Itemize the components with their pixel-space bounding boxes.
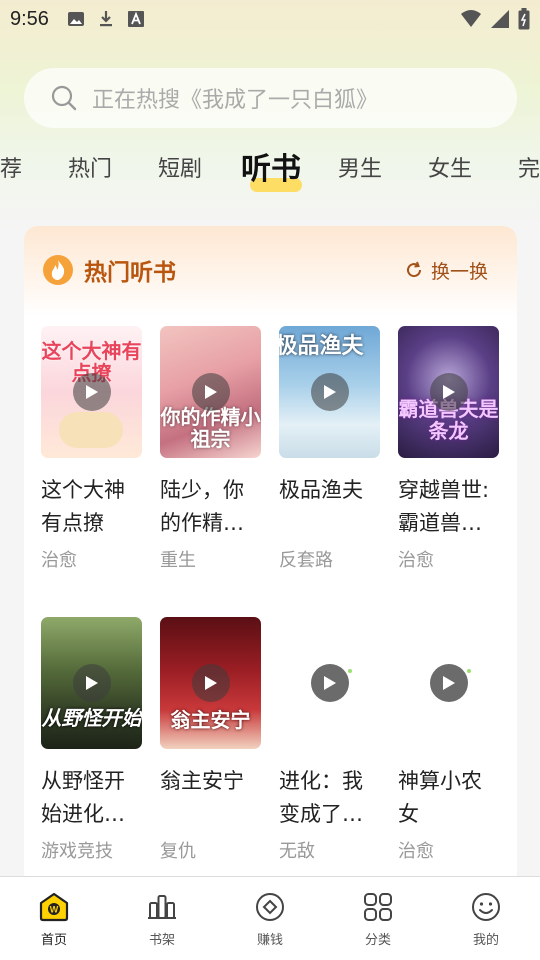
book-tag: 治愈: [398, 550, 434, 571]
book-title: 极品渔夫: [279, 478, 363, 502]
nav-label: 赚钱: [256, 933, 283, 948]
play-icon: [72, 373, 111, 411]
nav-label: 我的: [472, 933, 499, 948]
tab-recommend[interactable]: 荐: [0, 148, 22, 192]
hot-audiobook-card: 热门听书 换一换 这个大神有点撩 这个大神有点撩 治愈 你的作精小祖宗 陆少，你…: [24, 226, 517, 886]
play-icon: [310, 664, 349, 702]
book-title: 陆少，你的作精小祖宗: [160, 478, 244, 535]
book-item[interactable]: 神算小农女 治愈: [398, 617, 500, 863]
card-header: 热门听书 换一换: [42, 250, 502, 290]
tab-complete[interactable]: 完: [518, 148, 540, 192]
tab-female[interactable]: 女生: [428, 148, 472, 192]
book-cover: [398, 617, 499, 749]
fire-icon: [43, 255, 73, 285]
refresh-label: 换一换: [430, 260, 488, 283]
search-icon: [51, 85, 77, 111]
book-tag: 治愈: [41, 550, 77, 571]
play-icon: [429, 664, 468, 702]
book-item[interactable]: 霸道兽夫是条龙 穿越兽世:霸道兽夫是条龙 治愈: [398, 326, 500, 572]
home-icon: W: [39, 892, 69, 922]
book-cover: 你的作精小祖宗: [160, 326, 261, 458]
signal-icon: [491, 10, 509, 28]
download-icon: [99, 11, 112, 27]
nav-earn[interactable]: 赚钱: [216, 877, 324, 960]
nav-label: 分类: [364, 933, 391, 948]
nav-label: 书架: [148, 933, 175, 948]
book-item[interactable]: 进化：我变成了一只白狐 无敌: [279, 617, 381, 863]
svg-text:W: W: [50, 905, 59, 915]
gallery-icon: [67, 12, 84, 26]
book-tag: 复仇: [160, 841, 196, 862]
book-item[interactable]: 这个大神有点撩 这个大神有点撩 治愈: [41, 326, 143, 572]
wifi-icon: [461, 10, 481, 27]
play-icon: [310, 373, 349, 411]
refresh-icon: [407, 261, 421, 278]
category-icon: [364, 893, 392, 921]
tab-short-drama[interactable]: 短剧: [158, 148, 202, 192]
play-icon: [191, 664, 230, 702]
book-tag: 游戏竞技: [41, 841, 113, 862]
book-title: 穿越兽世:霸道兽夫是条龙: [398, 478, 490, 535]
search-bar[interactable]: 正在热搜《我成了一只白狐》: [24, 68, 517, 128]
book-title: 翁主安宁: [160, 769, 244, 793]
play-icon: [191, 373, 230, 411]
nav-category[interactable]: 分类: [324, 877, 432, 960]
book-item[interactable]: 从野怪开始 从野怪开始进化升级 游戏竞技: [41, 617, 143, 863]
book-tag: 无敌: [279, 841, 315, 862]
book-tag: 治愈: [398, 841, 434, 862]
tab-audiobook[interactable]: 听书: [241, 148, 301, 192]
refresh-button[interactable]: 换一换: [405, 257, 488, 284]
book-title: 神算小农女: [398, 769, 482, 826]
book-item[interactable]: 你的作精小祖宗 陆少，你的作精小祖宗 重生: [160, 326, 262, 572]
book-item[interactable]: 翁主安宁 翁主安宁 复仇: [160, 617, 262, 863]
profile-icon: [472, 893, 500, 921]
book-title: 进化：我变成了一只白狐: [279, 769, 363, 826]
battery-icon: [518, 8, 530, 30]
status-bar: 9:56: [0, 0, 540, 38]
search-placeholder: 正在热搜《我成了一只白狐》: [92, 88, 379, 113]
nav-label: 首页: [40, 933, 67, 948]
book-cover: 霸道兽夫是条龙: [398, 326, 499, 458]
book-item[interactable]: 极品渔夫 极品渔夫 反套路: [279, 326, 381, 572]
nav-home[interactable]: W 首页: [0, 877, 108, 960]
book-tag: 反套路: [279, 550, 333, 571]
book-cover: [279, 617, 380, 749]
book-cover: 极品渔夫: [279, 326, 380, 458]
card-title: 热门听书: [84, 260, 176, 286]
book-tag: 重生: [160, 550, 196, 571]
nav-profile[interactable]: 我的: [432, 877, 540, 960]
book-cover: 翁主安宁: [160, 617, 261, 749]
bottom-nav: W 首页 书架 赚钱 分类 我的: [0, 876, 540, 960]
book-title: 这个大神有点撩: [41, 478, 125, 535]
category-tabs: 荐 热门 短剧 听书 男生 女生 完: [0, 148, 540, 192]
book-title: 从野怪开始进化升级: [41, 769, 125, 826]
font-a-icon: [127, 11, 144, 27]
bookshelf-icon: [148, 895, 176, 919]
earn-icon: [256, 893, 284, 921]
play-icon: [72, 664, 111, 702]
book-cover: 从野怪开始: [41, 617, 142, 749]
play-icon: [429, 373, 468, 411]
tab-hot[interactable]: 热门: [68, 148, 112, 192]
status-time: 9:56: [10, 7, 49, 30]
nav-bookshelf[interactable]: 书架: [108, 877, 216, 960]
book-cover: 这个大神有点撩: [41, 326, 142, 458]
tab-male[interactable]: 男生: [338, 148, 382, 192]
